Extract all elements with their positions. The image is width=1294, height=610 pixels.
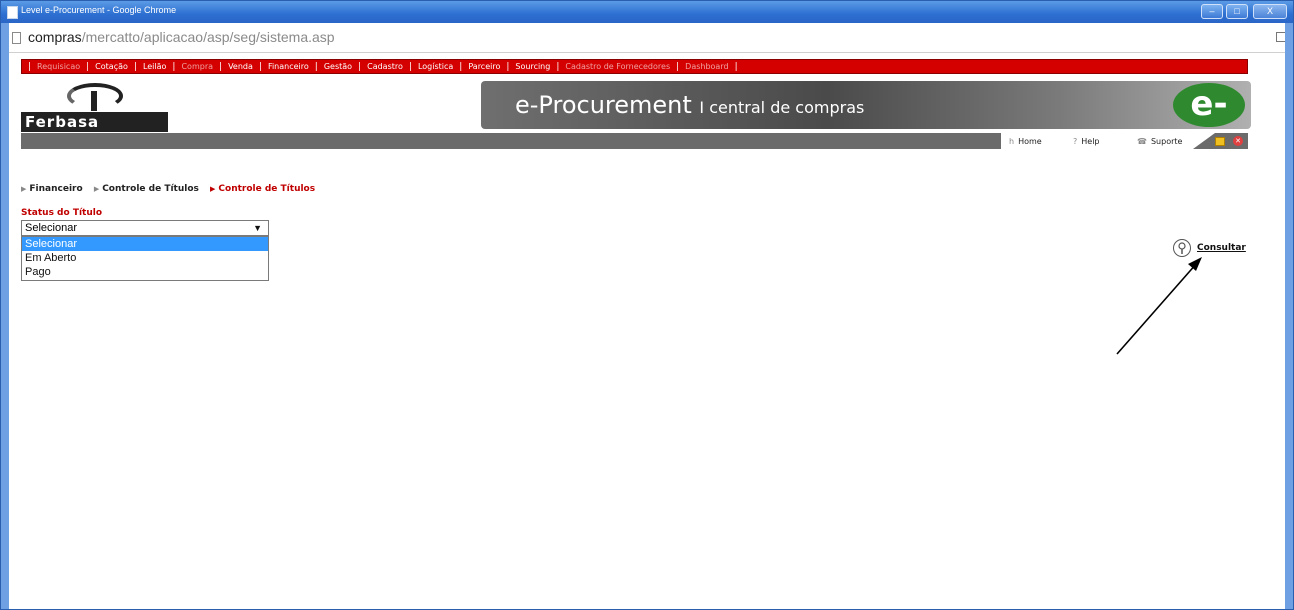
home-icon: h [1009, 137, 1015, 146]
menu-separator: | [219, 61, 223, 72]
help-icon: ? [1073, 137, 1078, 146]
menu-separator: | [258, 61, 262, 72]
suporte-link[interactable]: ☎ Suporte [1137, 137, 1182, 146]
menu-separator: | [676, 61, 680, 72]
menu-item-cadastro[interactable]: Cadastro [367, 62, 403, 71]
url-host: compras [28, 29, 82, 45]
window-title: Level e-Procurement - Google Chrome [21, 5, 177, 15]
document-icon [12, 32, 21, 44]
menu-item-sourcing[interactable]: Sourcing [515, 62, 550, 71]
menu-separator: | [506, 61, 510, 72]
option-em-aberto[interactable]: Em Aberto [22, 251, 268, 265]
left-frame [1, 23, 9, 609]
menu-separator: | [172, 61, 176, 72]
e-badge-icon: e- [1173, 83, 1245, 127]
logo-name: Ferbasa [21, 112, 168, 132]
home-label: Home [1018, 137, 1042, 146]
menu-separator: | [133, 61, 137, 72]
utility-bar: h Home ? Help ☎ Suporte [1001, 133, 1248, 149]
breadcrumb-current: Controle de Títulos [218, 184, 316, 194]
menu-item-dashboard[interactable]: Dashboard [685, 62, 728, 71]
option-pago[interactable]: Pago [22, 265, 268, 279]
close-window-button[interactable]: X [1253, 4, 1287, 19]
header-grey-bar [21, 133, 1001, 149]
chevron-down-icon: ▼ [253, 223, 262, 233]
menu-separator: | [459, 61, 463, 72]
annotation-arrow [1116, 257, 1202, 355]
breadcrumb-item-financeiro[interactable]: Financeiro [29, 184, 82, 194]
menu-item-leil-o[interactable]: Leilão [143, 62, 166, 71]
browser-window: Level e-Procurement - Google Chrome – □ … [0, 0, 1294, 610]
banner-title: e-Procurement I central de compras [515, 91, 864, 119]
breadcrumb-arrow-icon: ▶ [21, 185, 27, 193]
maximize-button[interactable]: □ [1226, 4, 1248, 19]
ferbasa-logo: Ferbasa [21, 81, 168, 132]
logout-icon[interactable]: ✕ [1233, 136, 1243, 146]
breadcrumb-arrow-icon: ▶ [93, 185, 100, 193]
right-frame [1285, 23, 1293, 609]
breadcrumb-arrow-icon: ▶ [210, 185, 216, 193]
menu-item-gest-o[interactable]: Gestão [324, 62, 352, 71]
logo-stem-shape [91, 91, 97, 111]
menu-separator: | [734, 61, 738, 72]
exit-icon[interactable] [1215, 137, 1225, 146]
help-label: Help [1081, 137, 1100, 146]
address-bar[interactable]: compras/mercatto/aplicacao/asp/seg/siste… [4, 25, 1292, 53]
menu-separator: | [556, 61, 560, 72]
menu-item-parceiro[interactable]: Parceiro [468, 62, 500, 71]
url-path: /mercatto/aplicacao/asp/seg/sistema.asp [81, 29, 335, 45]
menu-item-venda[interactable]: Venda [228, 62, 253, 71]
status-field-label: Status do Título [21, 208, 103, 218]
menu-item-cota-o[interactable]: Cotação [95, 62, 128, 71]
home-link[interactable]: h Home [1009, 137, 1042, 146]
menu-item-log-stica[interactable]: Logística [418, 62, 453, 71]
e-procurement-banner: e-Procurement I central de compras e- [481, 81, 1251, 129]
status-options-list: Selecionar Em Aberto Pago [21, 236, 269, 281]
menu-separator: | [314, 61, 318, 72]
menu-separator: | [408, 61, 412, 72]
menu-item-cadastro-de-fornecedores[interactable]: Cadastro de Fornecedores [565, 62, 670, 71]
option-selecionar[interactable]: Selecionar [22, 237, 268, 251]
menu-separator: | [86, 61, 90, 72]
breadcrumb-item-controle[interactable]: Controle de Títulos [102, 184, 199, 194]
main-menu-bar: | Requisicao | Cotação | Leilão | Compra | Venda |… [21, 59, 1248, 74]
phone-icon: ☎ [1137, 137, 1147, 146]
breadcrumb: ▶ Financeiro ▶ Controle de Títulos ▶ Contro… [21, 184, 315, 194]
title-bar[interactable]: Level e-Procurement - Google Chrome – □ … [1, 1, 1293, 23]
suporte-label: Suporte [1150, 137, 1183, 146]
menu-separator: | [28, 61, 32, 72]
menu-item-financeiro[interactable]: Financeiro [268, 62, 309, 71]
bar-wedge-shape [1193, 133, 1215, 149]
minimize-button[interactable]: – [1201, 4, 1223, 19]
menu-item-compra[interactable]: Compra [181, 62, 213, 71]
status-select[interactable]: Selecionar ▼ [21, 220, 269, 236]
page-icon [7, 6, 18, 19]
help-link[interactable]: ? Help [1073, 137, 1100, 146]
banner-main: e-Procurement [515, 91, 692, 119]
url-text[interactable]: compras/mercatto/aplicacao/asp/seg/siste… [28, 29, 335, 45]
menu-separator: | [358, 61, 362, 72]
banner-sub: I central de compras [699, 98, 865, 117]
status-select-value: Selecionar [25, 222, 77, 234]
menu-item-requisicao[interactable]: Requisicao [37, 62, 80, 71]
